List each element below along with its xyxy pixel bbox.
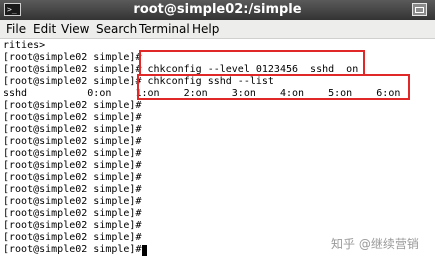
terminal-line: [root@simple02 simple]# xyxy=(3,220,142,231)
terminal-line: [root@simple02 simple]# xyxy=(3,208,142,219)
terminal-output[interactable]: rities> [root@simple02 simple]# [root@si… xyxy=(0,39,435,266)
watermark-label: 知乎 @继续营销 xyxy=(331,234,435,254)
terminal-line: [root@simple02 simple]# xyxy=(3,172,142,183)
terminal-line: [root@simple02 simple]# xyxy=(3,160,142,171)
menu-edit[interactable]: Edit xyxy=(33,20,56,38)
terminal-line: [root@simple02 simple]# xyxy=(3,136,142,147)
window-title: root@simple02:/simple xyxy=(133,2,302,17)
title-bar: >_ root@simple02:/simple xyxy=(0,0,435,20)
terminal-line: [root@simple02 simple]# xyxy=(3,112,142,123)
terminal-line: [root@simple02 simple]# xyxy=(3,232,142,243)
terminal-line: [root@simple02 simple]# xyxy=(3,184,142,195)
maximize-icon[interactable] xyxy=(412,3,427,16)
menu-search[interactable]: Search xyxy=(96,20,137,38)
terminal-cursor xyxy=(142,245,147,256)
terminal-line: [root@simple02 simple]# xyxy=(3,148,142,159)
menu-bar: File Edit View Search Terminal Help xyxy=(0,20,435,39)
terminal-line: rities> xyxy=(3,40,46,51)
menu-terminal[interactable]: Terminal xyxy=(139,20,190,38)
menu-help[interactable]: Help xyxy=(192,20,219,38)
runlevel-highlight-box xyxy=(137,74,410,100)
terminal-line: [root@simple02 simple]# xyxy=(3,196,142,207)
menu-view[interactable]: View xyxy=(61,20,89,38)
terminal-line: [root@simple02 simple]# xyxy=(3,124,142,135)
terminal-line: [root@simple02 simple]# xyxy=(3,100,142,111)
terminal-line: [root@simple02 simple]# xyxy=(3,244,142,255)
command-highlight-box xyxy=(139,50,365,76)
terminal-line: [root@simple02 simple]# xyxy=(3,52,142,63)
menu-file[interactable]: File xyxy=(6,20,26,38)
